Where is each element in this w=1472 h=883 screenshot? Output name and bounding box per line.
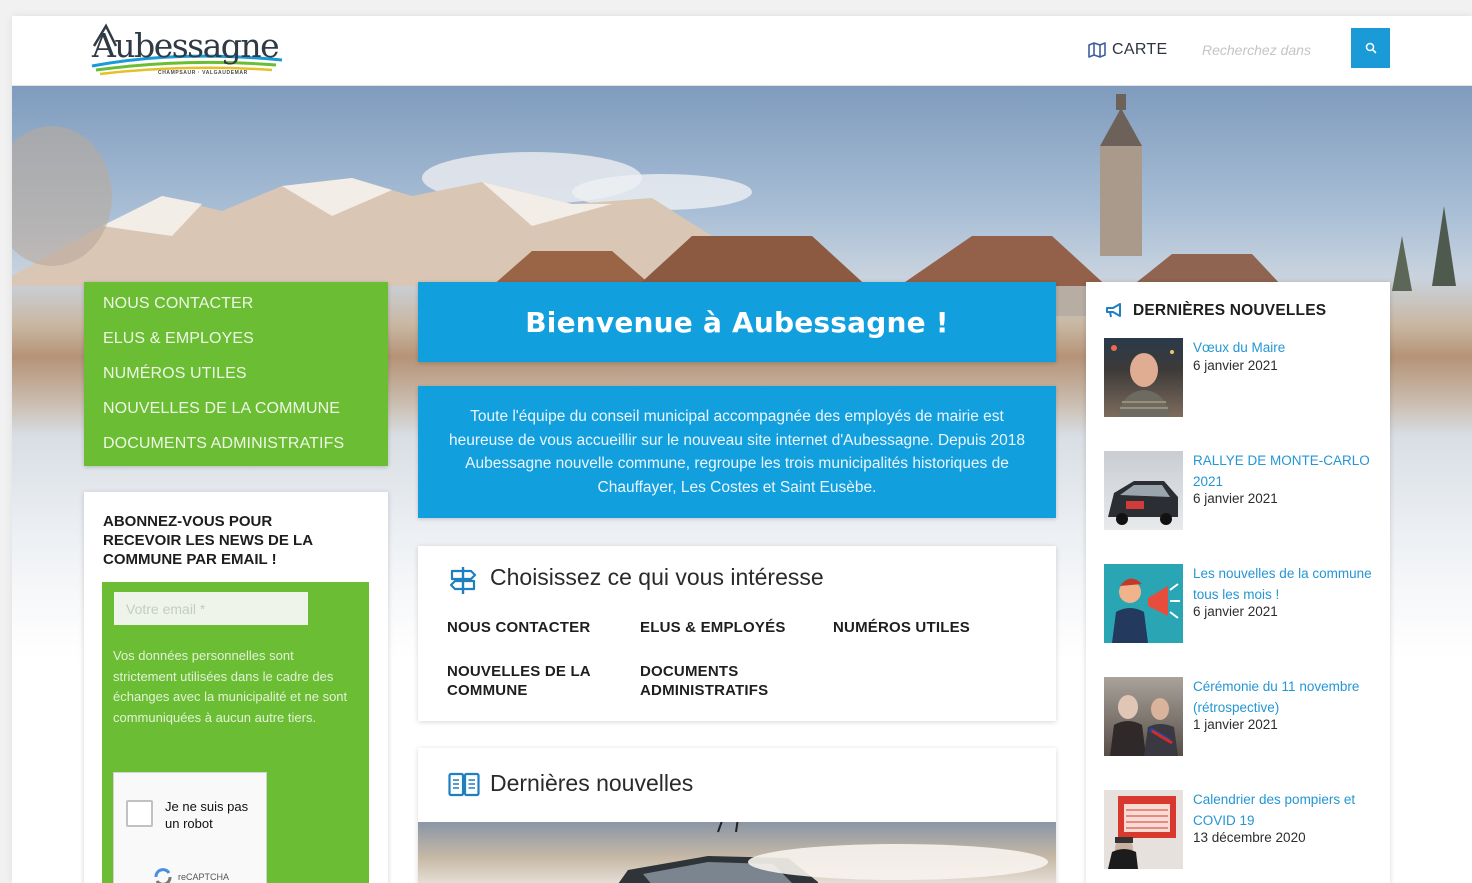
recaptcha-icon	[154, 868, 172, 883]
open-book-icon	[448, 772, 480, 797]
newsletter-card: ABONNEZ-VOUS POUR RECEVOIR LES NEWS DE L…	[84, 492, 388, 883]
news-date: 6 janvier 2021	[1193, 604, 1278, 619]
news-item: Calendrier des pompiers et COVID 19 13 d…	[1104, 790, 1384, 870]
shortcut-nous-contacter[interactable]: NOUS CONTACTER	[447, 618, 590, 637]
news-title-link[interactable]: Les nouvelles de la commune tous les moi…	[1193, 564, 1383, 605]
news-title-link[interactable]: Calendrier des pompiers et COVID 19	[1193, 790, 1383, 831]
portrait-image	[1111, 345, 1174, 417]
news-title-link[interactable]: Vœux du Maire	[1193, 338, 1383, 359]
firefighter-calendar-image	[1108, 796, 1176, 869]
page-title: Bienvenue à Aubessagne !	[525, 305, 949, 339]
map-link-label: CARTE	[1112, 41, 1168, 58]
news-thumbnail[interactable]	[1104, 451, 1183, 530]
email-field[interactable]	[114, 592, 308, 625]
signpost-icon	[449, 567, 477, 594]
megaphone-illustration-image	[1112, 578, 1180, 643]
site-header: Aubessagne CHAMPSAUR · VALGAUDEMAR CARTE	[12, 16, 1472, 86]
rally-car-thumb-image	[1108, 481, 1178, 525]
site-logo[interactable]: Aubessagne CHAMPSAUR · VALGAUDEMAR	[86, 20, 286, 80]
recaptcha-brand-label: reCAPTCHA	[178, 872, 230, 882]
news-date: 6 janvier 2021	[1193, 358, 1278, 373]
intro-text: Toute l'équipe du conseil municipal acco…	[449, 408, 1025, 496]
browser-page: Aubessagne CHAMPSAUR · VALGAUDEMAR CARTE	[12, 16, 1472, 883]
shortcut-nouvelles-commune[interactable]: NOUVELLES DE LA COMMUNE	[447, 662, 617, 700]
news-item: Cérémonie du 11 novembre (rétrospective)…	[1104, 677, 1384, 757]
newsletter-title: ABONNEZ-VOUS POUR RECEVOIR LES NEWS DE L…	[103, 513, 313, 568]
shortcut-documents-administratifs[interactable]: DOCUMENTS ADMINISTRATIFS	[640, 662, 820, 700]
recaptcha-label: Je ne suis pas un robot	[165, 799, 249, 831]
logo-subtitle: CHAMPSAUR · VALGAUDEMAR	[158, 70, 248, 76]
latest-news-title: Dernières nouvelles	[490, 770, 694, 796]
news-item: Les nouvelles de la commune tous les moi…	[1104, 564, 1384, 644]
map-link[interactable]: CARTE	[1088, 38, 1167, 62]
ceremony-image	[1110, 695, 1178, 756]
sidebar-title: DERNIÈRES NOUVELLES	[1133, 302, 1327, 319]
news-sidebar: DERNIÈRES NOUVELLES Vœux du Maire 6 janv…	[1086, 282, 1390, 883]
rally-car-image	[618, 817, 1048, 883]
news-date: 6 janvier 2021	[1193, 491, 1278, 506]
news-item: Vœux du Maire 6 janvier 2021	[1104, 338, 1384, 418]
featured-news-image[interactable]	[418, 817, 1056, 883]
map-icon	[1088, 42, 1106, 58]
quick-menu: NOUS CONTACTER ELUS & EMPLOYES NUMÉROS U…	[84, 282, 388, 466]
recaptcha-widget: Je ne suis pas un robot reCAPTCHA	[113, 772, 267, 883]
megaphone-icon	[1106, 303, 1121, 318]
welcome-banner: Bienvenue à Aubessagne !	[418, 282, 1056, 362]
recaptcha-checkbox[interactable]	[126, 800, 153, 827]
news-item: RALLYE DE MONTE-CARLO 2021 6 janvier 202…	[1104, 451, 1384, 531]
news-thumbnail[interactable]	[1104, 677, 1183, 756]
news-title-link[interactable]: Cérémonie du 11 novembre (rétrospective)	[1193, 677, 1383, 718]
menu-item-documents-administratifs[interactable]: DOCUMENTS ADMINISTRATIFS	[84, 426, 388, 461]
shortcuts-card: Choisissez ce qui vous intéresse NOUS CO…	[418, 546, 1056, 721]
shortcuts-title: Choisissez ce qui vous intéresse	[490, 564, 824, 590]
shortcut-elus-employes[interactable]: ELUS & EMPLOYÉS	[640, 618, 786, 637]
menu-item-nous-contacter[interactable]: NOUS CONTACTER	[84, 286, 388, 321]
menu-item-numeros-utiles[interactable]: NUMÉROS UTILES	[84, 356, 388, 391]
news-thumbnail[interactable]	[1104, 790, 1183, 869]
search-button[interactable]	[1351, 28, 1390, 68]
news-thumbnail[interactable]	[1104, 564, 1183, 643]
news-title-link[interactable]: RALLYE DE MONTE-CARLO 2021	[1193, 451, 1383, 492]
news-date: 1 janvier 2021	[1193, 717, 1278, 732]
search-icon	[1365, 42, 1376, 54]
menu-item-nouvelles-commune[interactable]: NOUVELLES DE LA COMMUNE	[84, 391, 388, 426]
news-thumbnail[interactable]	[1104, 338, 1183, 417]
intro-panel: Toute l'équipe du conseil municipal acco…	[418, 386, 1056, 518]
news-date: 13 décembre 2020	[1193, 830, 1306, 845]
recaptcha-logo: reCAPTCHA	[152, 867, 229, 883]
shortcut-numeros-utiles[interactable]: NUMÉROS UTILES	[833, 618, 970, 637]
search-input[interactable]	[1202, 32, 1332, 68]
privacy-notice: Vos données personnelles sont strictemen…	[113, 648, 348, 725]
latest-news-card: Dernières nouvelles	[418, 748, 1056, 883]
menu-item-elus-employes[interactable]: ELUS & EMPLOYES	[84, 321, 388, 356]
newsletter-form: Vos données personnelles sont strictemen…	[102, 582, 369, 883]
logo-text: Aubessagne	[92, 26, 280, 65]
